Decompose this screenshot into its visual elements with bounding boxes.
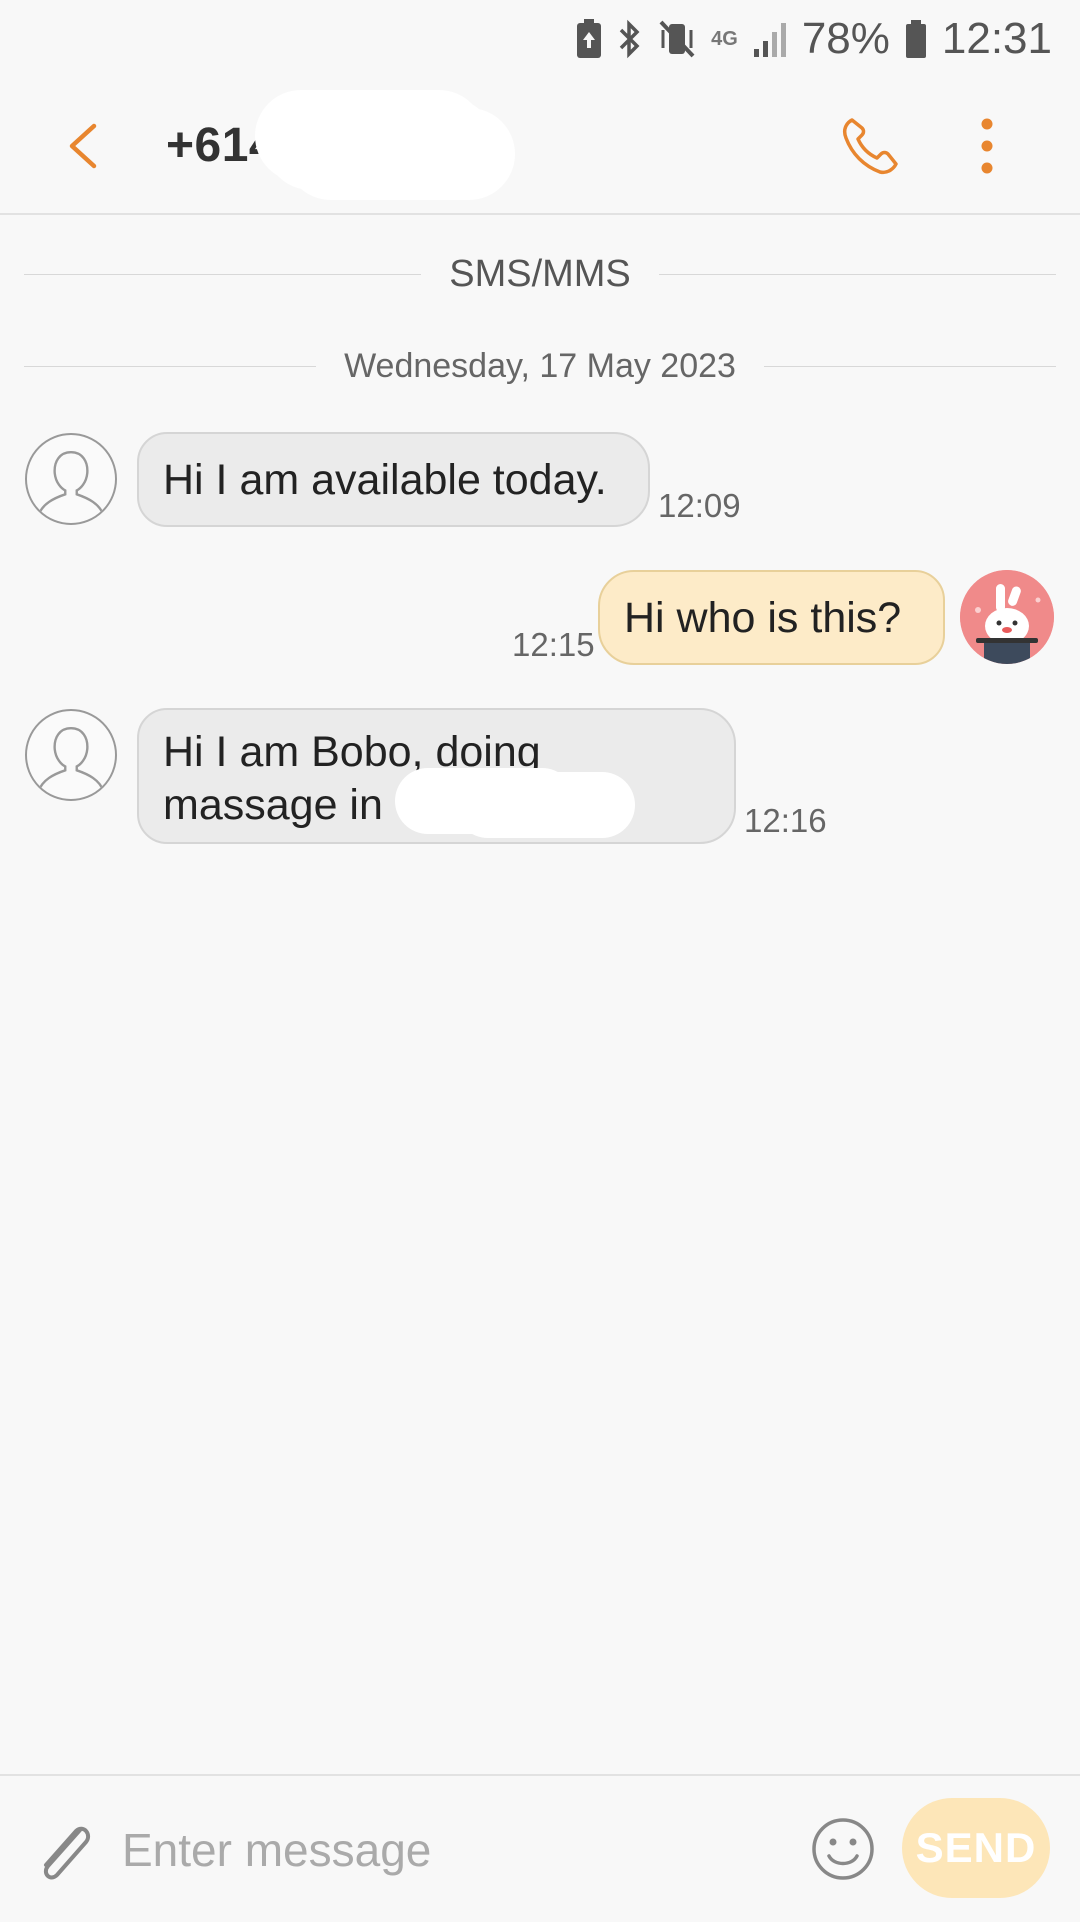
message-input[interactable]	[120, 1806, 764, 1894]
redaction-mark	[395, 768, 575, 834]
channel-label: SMS/MMS	[449, 252, 631, 295]
chevron-left-icon	[69, 123, 97, 169]
app-bar: +614	[0, 78, 1080, 215]
divider-line	[763, 365, 1057, 367]
emoji-button[interactable]	[810, 1816, 876, 1882]
contact-title: +614	[166, 119, 277, 172]
message-time: 12:09	[658, 487, 741, 524]
battery-percent: 78%	[801, 14, 890, 63]
status-bar: 4G 78% 12:31	[0, 0, 1080, 78]
paperclip-icon	[43, 1826, 91, 1880]
message-time: 12:16	[744, 802, 827, 839]
vibrate-mute-icon	[657, 14, 697, 64]
network-4g-icon: 4G	[711, 28, 738, 50]
back-button[interactable]	[56, 116, 116, 176]
date-label: Wednesday, 17 May 2023	[344, 346, 736, 385]
contact-avatar[interactable]	[25, 433, 117, 525]
my-avatar[interactable]	[960, 570, 1054, 664]
message-bubble-outgoing[interactable]: Hi who is this?	[598, 570, 945, 665]
divider-line	[658, 273, 1056, 275]
message-text: Hi who is this?	[624, 594, 902, 642]
attach-button[interactable]	[34, 1816, 98, 1890]
message-time: 12:15	[512, 626, 595, 663]
more-options-button[interactable]	[972, 114, 1002, 178]
date-divider: Wednesday, 17 May 2023	[24, 341, 1057, 391]
redaction-mark	[265, 98, 495, 190]
message-bubble-incoming[interactable]: Hi I am available today.	[137, 432, 650, 527]
divider-line	[24, 365, 317, 367]
phone-icon	[842, 118, 898, 175]
person-placeholder-icon	[37, 727, 105, 792]
bunny-avatar-icon	[960, 570, 1054, 664]
message-text: Hi I am available today.	[163, 456, 607, 504]
contact-avatar[interactable]	[25, 709, 117, 801]
call-button[interactable]	[838, 114, 902, 178]
channel-divider: SMS/MMS	[24, 249, 1056, 299]
person-placeholder-icon	[37, 451, 105, 516]
more-vert-icon	[981, 118, 993, 174]
signal-icon	[752, 14, 788, 64]
message-composer: SEND	[0, 1774, 1080, 1922]
battery-saver-icon	[575, 14, 603, 64]
emoji-icon	[812, 1818, 874, 1880]
send-button[interactable]: SEND	[902, 1798, 1050, 1898]
bluetooth-icon	[617, 14, 643, 64]
status-clock: 12:31	[941, 14, 1052, 63]
battery-icon	[904, 14, 928, 64]
divider-line	[24, 273, 422, 275]
